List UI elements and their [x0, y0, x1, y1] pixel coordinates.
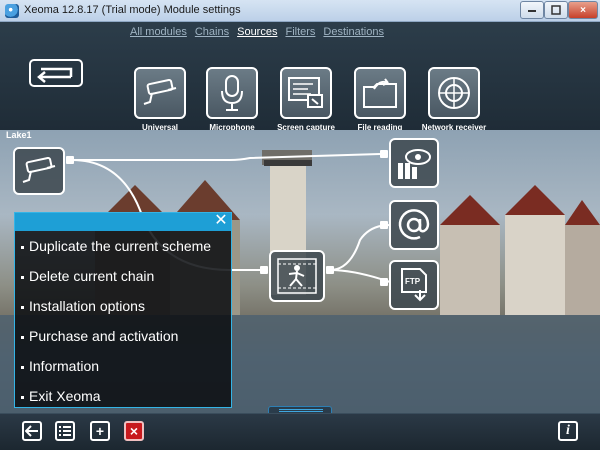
window-title: Xeoma 12.8.17 (Trial mode) Module settin…	[24, 4, 241, 16]
bullet-icon	[21, 245, 24, 249]
node-connector[interactable]	[380, 278, 388, 286]
menu-close-button[interactable]: ✕	[214, 213, 228, 229]
module-panel: All modules Chains Sources Filters Desti…	[0, 22, 600, 142]
module-tile[interactable]	[134, 67, 186, 119]
screen-capture-icon	[288, 77, 323, 108]
menu-header: ✕	[15, 213, 231, 231]
scheme-node-ftp-upload[interactable]: FTP	[389, 260, 439, 310]
list-icon	[59, 426, 71, 436]
bullet-icon	[21, 305, 24, 309]
folder-icon	[363, 78, 397, 108]
scheme-node-camera[interactable]	[13, 147, 65, 195]
tab-sources[interactable]: Sources	[237, 26, 277, 38]
bullet-icon	[21, 275, 24, 279]
eye-archive-icon	[398, 149, 431, 179]
minimize-icon	[528, 10, 536, 12]
scheme-canvas[interactable]: Lake1 FTP ✕ Duplicate the current scheme…	[0, 130, 600, 413]
bullet-icon	[21, 365, 24, 369]
menu-item-exit[interactable]: Exit Xeoma	[15, 381, 231, 411]
camera-icon	[22, 156, 56, 183]
bullet-icon	[21, 335, 24, 339]
module-tile[interactable]	[354, 67, 406, 119]
motion-detector-icon	[277, 258, 317, 294]
module-tile[interactable]	[206, 67, 258, 119]
svg-text:FTP: FTP	[405, 277, 421, 286]
xeoma-app-icon	[5, 4, 19, 18]
main-menu-button[interactable]	[55, 421, 75, 441]
node-connector[interactable]	[260, 266, 268, 274]
window-close-button[interactable]: ×	[568, 1, 598, 19]
tab-all-modules[interactable]: All modules	[130, 26, 187, 38]
tab-destinations[interactable]: Destinations	[323, 26, 384, 38]
scheme-node-preview-archive[interactable]	[389, 138, 439, 188]
menu-item-delete-chain[interactable]: Delete current chain	[15, 261, 231, 291]
bullet-icon	[21, 395, 24, 399]
return-arrow-icon	[37, 67, 73, 83]
minimize-button[interactable]	[520, 1, 544, 19]
ftp-upload-icon: FTP	[401, 268, 427, 302]
scheme-node-email[interactable]	[389, 200, 439, 250]
tab-chains[interactable]: Chains	[195, 26, 229, 38]
menu-item-information[interactable]: Information	[15, 351, 231, 381]
menu-item-purchase-activation[interactable]: Purchase and activation	[15, 321, 231, 351]
tab-filters[interactable]: Filters	[285, 26, 315, 38]
add-camera-button[interactable]: +	[90, 421, 110, 441]
menu-item-installation-options[interactable]: Installation options	[15, 291, 231, 321]
delete-button[interactable]: ×	[124, 421, 144, 441]
info-button[interactable]: i	[558, 421, 578, 441]
network-icon	[438, 77, 470, 109]
node-connector[interactable]	[66, 156, 74, 164]
menu-item-duplicate-scheme[interactable]: Duplicate the current scheme	[15, 231, 231, 261]
module-network-receiver[interactable]: Network receiver	[409, 67, 499, 133]
node-connector[interactable]	[380, 150, 388, 158]
at-sign-icon	[398, 209, 430, 240]
scheme-node-motion-detector[interactable]	[269, 250, 325, 302]
microphone-icon	[221, 75, 243, 111]
main-menu-popup: ✕ Duplicate the current scheme Delete cu…	[14, 212, 232, 408]
maximize-icon	[551, 5, 561, 15]
module-tile[interactable]	[428, 67, 480, 119]
module-tile[interactable]	[280, 67, 332, 119]
window-title-bar: Xeoma 12.8.17 (Trial mode) Module settin…	[0, 0, 600, 22]
back-button[interactable]	[29, 59, 83, 87]
maximize-button[interactable]	[544, 1, 568, 19]
node-connector[interactable]	[380, 221, 388, 229]
bottom-toolbar: + × i	[0, 413, 600, 450]
module-tabs: All modules Chains Sources Filters Desti…	[130, 26, 384, 38]
camera-icon	[143, 78, 177, 105]
back-to-preview-button[interactable]	[22, 421, 42, 441]
node-connector[interactable]	[326, 266, 334, 274]
arrow-left-icon	[25, 425, 38, 437]
